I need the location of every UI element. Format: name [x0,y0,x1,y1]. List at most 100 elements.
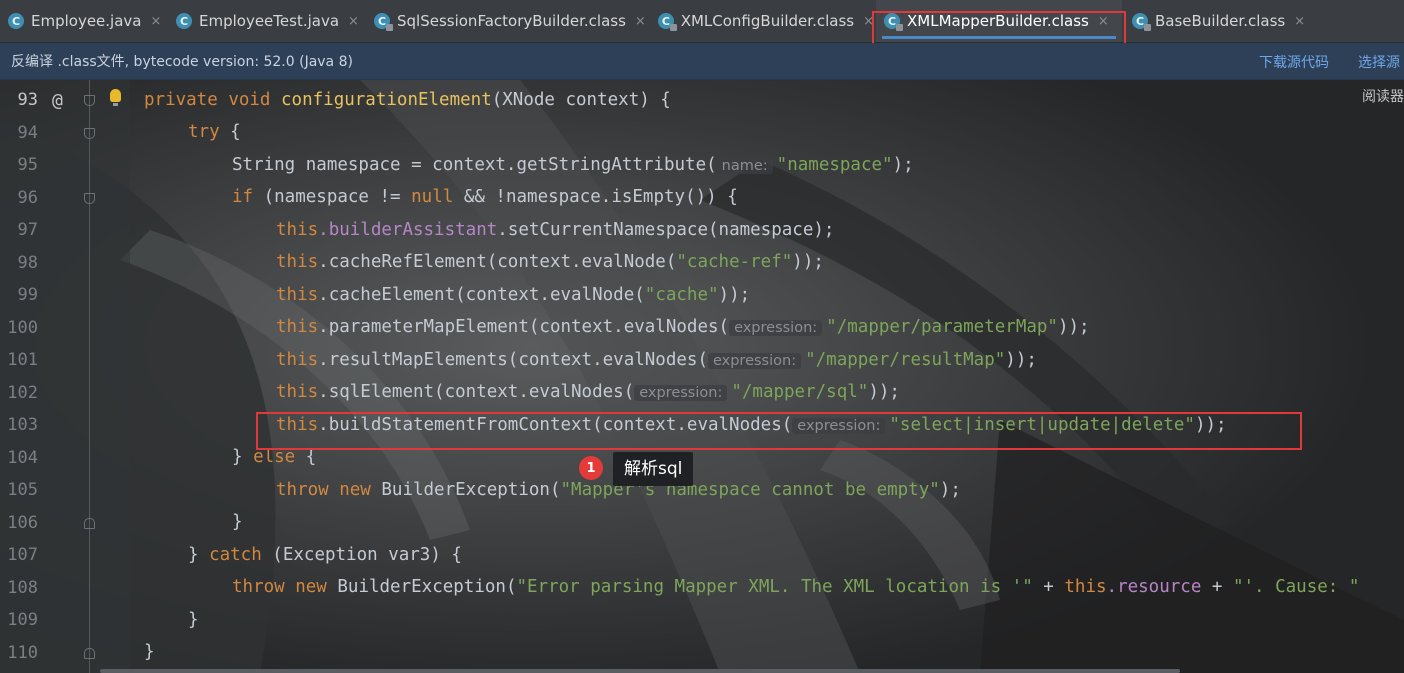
fold-marker-icon[interactable] [84,128,95,139]
string-literal: "/mapper/resultMap" [805,350,1006,370]
keyword: else [253,447,296,467]
annotation-number-badge: 1 [579,456,603,480]
fold-marker-icon[interactable] [84,518,95,529]
keyword: new [339,480,371,500]
code-text: )); [1005,350,1037,370]
code-line-98[interactable]: this.cacheRefElement(context.evalNode("c… [276,252,824,272]
close-icon[interactable]: × [635,14,646,29]
code-text: } [188,545,210,565]
code-line-97[interactable]: this.builderAssistant.setCurrentNamespac… [276,220,834,240]
choose-source-link[interactable]: 选择源 [1358,52,1400,72]
code-line-93[interactable]: private void configurationElement(XNode … [144,90,671,110]
keyword: throw [232,577,285,597]
tab-employee-java[interactable]: C Employee.java × [0,0,164,42]
code-text: ); [892,155,914,175]
method-name: configurationElement [281,90,492,110]
tab-xmlconfigbuilder-class[interactable]: C XMLConfigBuilder.class × [650,0,874,42]
tab-xmlmapperbuilder-class[interactable]: C XMLMapperBuilder.class × [876,0,1122,42]
close-icon[interactable]: × [1098,14,1109,29]
code-line-106[interactable]: } [232,512,243,532]
code-text: .buildStatementFromContext(context.evalN… [318,415,793,435]
line-number: 93 [17,90,38,110]
code-line-102[interactable]: this.sqlElement(context.evalNodes(expres… [276,382,900,402]
close-icon[interactable]: × [863,14,874,29]
code-line-108[interactable]: throw new BuilderException("Error parsin… [232,577,1359,597]
line-number: 106 [7,513,38,533]
code-line-104[interactable]: } else { [232,447,316,467]
keyword: if [232,187,254,207]
tab-label: BaseBuilder.class [1155,12,1286,30]
code-text: BuilderException( [326,577,517,597]
gutter-fold-guide [89,80,90,673]
tab-label: EmployeeTest.java [199,12,340,30]
compiled-class-icon: C [884,13,903,31]
code-text: } [232,447,254,467]
string-literal: "/mapper/sql" [731,382,869,402]
tab-label: Employee.java [31,12,142,30]
code-text: (XNode context) { [491,90,671,110]
code-text: (Exception var3) { [261,545,462,565]
code-text: + [1032,577,1065,597]
fold-marker-icon[interactable] [84,193,95,204]
code-text: .cacheRefElement(context.evalNode( [318,252,677,272]
code-text: .parameterMapElement(context.evalNodes( [318,317,730,337]
keyword: this [276,285,319,305]
line-number: 102 [7,383,38,403]
code-text: .cacheElement(context.evalNode( [318,285,645,305]
compiled-class-icon: C [658,13,677,31]
code-line-109[interactable]: } [188,610,199,630]
tab-basebuilder-class[interactable]: C BaseBuilder.class × [1124,0,1314,42]
close-icon[interactable]: × [1294,14,1305,29]
code-line-100[interactable]: this.parameterMapElement(context.evalNod… [276,317,1090,337]
line-number: 100 [7,318,38,338]
lightbulb-icon[interactable] [110,89,121,106]
line-number: 101 [7,350,38,370]
field-name: .resource [1106,577,1202,597]
code-line-95[interactable]: String namespace = context.getStringAttr… [232,155,914,175]
string-literal: "'. Cause: " [1232,577,1360,597]
active-tab-indicator [882,36,1116,39]
line-number: 99 [17,285,38,305]
code-text: .setCurrentNamespace(namespace); [497,220,835,240]
code-text: )); [718,285,751,305]
code-line-107[interactable]: } catch (Exception var3) { [188,545,462,565]
code-text: .resultMapElements(context.evalNodes( [318,350,708,370]
code-line-103[interactable]: this.buildStatementFromContext(context.e… [276,415,1227,435]
keyword: throw [276,480,329,500]
close-icon[interactable]: × [151,14,162,29]
reader-mode-button[interactable]: 阅读器 [1362,86,1404,106]
tab-label: XMLConfigBuilder.class [680,12,855,30]
code-line-99[interactable]: this.cacheElement(context.evalNode("cach… [276,285,750,305]
download-source-link[interactable]: 下载源代码 [1259,52,1329,72]
tab-employeetest-java[interactable]: C EmployeeTest.java × [168,0,366,42]
line-number: 94 [17,123,38,143]
tab-sqlsessionfactorybuilder-class[interactable]: C SqlSessionFactoryBuilder.class × [366,0,649,42]
fold-marker-icon[interactable] [84,95,95,106]
code-line-94[interactable]: try { [188,122,241,142]
tab-label: XMLMapperBuilder.class [907,12,1089,30]
horizontal-scrollbar[interactable] [100,669,1180,673]
code-text: .sqlElement(context.evalNodes( [318,382,635,402]
keyword: this [276,350,319,370]
code-editor[interactable]: 93 94 95 96 97 98 99 100 101 102 103 104… [0,80,1404,673]
class-icon: C [8,13,24,29]
close-icon[interactable]: × [348,14,359,29]
compiled-class-icon: C [1132,13,1151,31]
code-line-110[interactable]: } [144,642,155,662]
code-text: )); [1194,415,1227,435]
string-literal: "namespace" [776,155,893,175]
parameter-hint: expression: [792,418,886,434]
keyword: this [276,252,319,272]
code-line-101[interactable]: this.resultMapElements(context.evalNodes… [276,350,1037,370]
override-marker-icon[interactable]: @ [52,90,63,111]
code-text: BuilderException( [370,480,561,500]
code-line-96[interactable]: if (namespace != null && !namespace.isEm… [232,187,738,207]
line-number: 107 [7,545,38,565]
line-number: 110 [7,643,38,663]
code-text: { [219,122,241,142]
code-text: String namespace = context.getStringAttr… [232,155,717,175]
fold-marker-icon[interactable] [84,648,95,659]
code-text: { [295,447,317,467]
line-number: 96 [17,188,38,208]
keyword: new [295,577,327,597]
